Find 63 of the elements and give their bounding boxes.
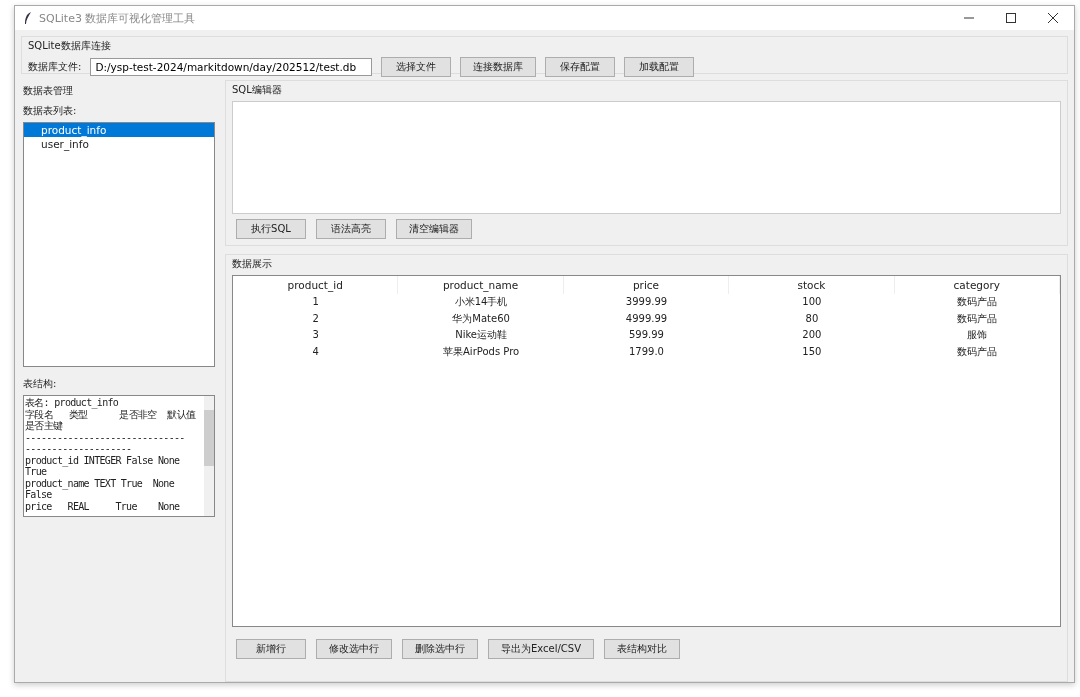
table-cell-text: 100 <box>801 295 823 309</box>
toolbar-button[interactable]: 保存配置 <box>545 57 616 77</box>
table-cell-text: 华为Mate60 <box>451 311 511 326</box>
table-cell-text: 数码产品 <box>956 344 999 359</box>
file-path-field[interactable]: D:/ysp-test-2024/markitdown/day/202512/test.db <box>90 58 373 76</box>
table-cell-text: 小米14手机 <box>453 295 509 309</box>
action-button[interactable]: 新增行 <box>236 639 306 659</box>
table-cell-text: 4 <box>311 344 320 359</box>
feather-icon <box>23 11 33 25</box>
table-cell-text: 200 <box>801 328 823 342</box>
structure-line: price REAL True None <box>25 500 181 512</box>
structure-line: product_id INTEGER False None <box>25 454 181 466</box>
column-header[interactable]: product_name <box>398 276 564 294</box>
structure-line: product_name TEXT True None <box>25 477 176 489</box>
action-button[interactable]: 修改选中行 <box>316 639 392 659</box>
editor-button[interactable]: 清空编辑器 <box>396 219 472 239</box>
window-title: SQLite3 数据库可视化管理工具 <box>39 10 196 26</box>
toolbar-button[interactable]: 加载配置 <box>624 57 695 77</box>
action-button[interactable]: 表结构对比 <box>604 639 681 659</box>
group-title: SQL编辑器 <box>232 83 283 97</box>
table-cell-text: 1 <box>311 295 320 309</box>
table-cell-text: 数码产品 <box>956 295 999 309</box>
maximize-icon[interactable] <box>1006 13 1016 23</box>
table-cell-text: 80 <box>804 311 820 326</box>
structure-line: ------------------------------ <box>25 431 186 443</box>
group-title: 数据展示 <box>232 257 273 271</box>
column-header[interactable]: price <box>563 276 730 294</box>
table-cell-text: 数码产品 <box>956 311 999 326</box>
toolbar-button[interactable]: 连接数据库 <box>460 57 537 77</box>
table-cell-text: 3999.99 <box>624 295 669 309</box>
list-label: 数据表列表: <box>23 104 78 118</box>
structure-line: 是否主键 <box>25 420 64 432</box>
structure-line: -------------------- <box>25 443 133 455</box>
table-cell-text: 599.99 <box>628 328 665 342</box>
column-header[interactable]: category <box>894 276 1060 294</box>
structure-line: 字段名 类型 是否非空 默认值 <box>25 408 197 420</box>
toolbar-button[interactable]: 选择文件 <box>381 57 452 77</box>
close-icon[interactable] <box>1048 13 1058 23</box>
table-cell-text: 2 <box>311 311 320 326</box>
structure-label: 表结构: <box>23 377 58 391</box>
table-cell-text: 苹果AirPods Pro <box>442 344 521 359</box>
structure-line: 表名: product_info <box>25 397 120 409</box>
group-title: SQLite数据库连接 <box>28 39 112 53</box>
structure-line: True <box>25 466 47 478</box>
column-header[interactable]: stock <box>729 276 895 294</box>
table-cell-text: 4999.99 <box>624 311 669 326</box>
table-cell-text: 150 <box>801 344 823 359</box>
table-cell-text: Nike运动鞋 <box>454 328 508 342</box>
editor-button[interactable]: 执行SQL <box>236 219 306 239</box>
table-cell-text: 服饰 <box>966 328 989 342</box>
table-cell-text: 3 <box>311 328 320 342</box>
field-label: 数据库文件: <box>28 60 82 74</box>
editor-button[interactable]: 语法高亮 <box>316 219 386 239</box>
table-cell-text: 1799.0 <box>628 344 665 359</box>
group-title: 数据表管理 <box>23 84 74 98</box>
scrollbar[interactable] <box>204 396 214 516</box>
column-header[interactable]: product_id <box>233 276 399 294</box>
table-list-item[interactable]: user_info <box>24 137 214 151</box>
action-button[interactable]: 导出为Excel/CSV <box>488 639 595 659</box>
table-list-item[interactable]: product_info <box>24 123 214 137</box>
sql-editor-field[interactable] <box>232 101 1061 214</box>
action-button[interactable]: 删除选中行 <box>402 639 478 659</box>
structure-line: False <box>25 489 52 501</box>
